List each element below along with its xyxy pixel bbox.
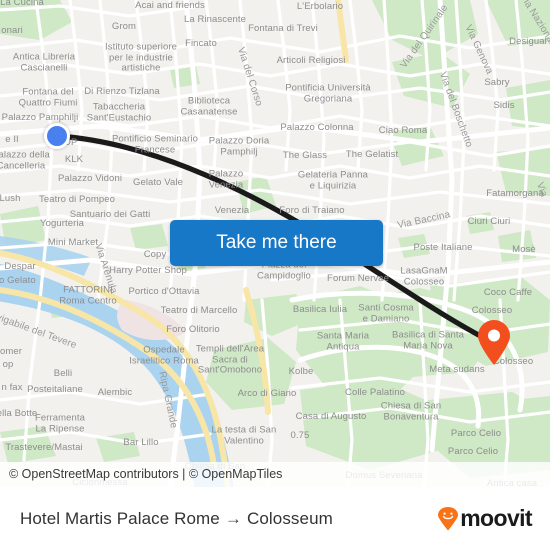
- map-place-label: Despar: [4, 260, 36, 272]
- map-place-label: n fax: [1, 381, 23, 393]
- map-place-label: Istituto superiore per le industrie arti…: [104, 41, 178, 74]
- map-place-label: Biblioteca Casanatense: [180, 95, 238, 117]
- map-place-label: Santa Maria Antiqua: [316, 330, 370, 352]
- map-canvas[interactable]: 0.75 Acai and friends L'Erbolario La Rinas…: [0, 0, 550, 487]
- map-place-label: Parco Celio: [447, 445, 499, 457]
- map-place-label: Pontificio Seminario Francese: [112, 133, 198, 155]
- map-place-label: Alembic: [97, 386, 133, 398]
- map-place-label: Trastevere/Mastai: [5, 441, 83, 453]
- map-place-label: Ospedale Israelitico Roma: [129, 344, 199, 366]
- map-place-label: Tabaccheria Sant'Eustachio: [86, 101, 152, 123]
- map-place-label: Palazzo Colonna: [280, 121, 354, 133]
- map-place-label: Colle Palatino: [344, 386, 406, 398]
- route-arrow-icon: →: [224, 508, 242, 528]
- map-place-label: Gelato Vale: [132, 176, 184, 188]
- map-place-label: Casa di Augusto: [295, 410, 367, 422]
- map-place-label: Basilica Iulia: [292, 303, 348, 315]
- map-place-label: Posteitaliane: [27, 383, 83, 395]
- map-place-label: Fontana del Quattro Fiumi: [18, 86, 78, 108]
- map-place-label: Meta sudans: [429, 363, 485, 375]
- map-place-label: Ciuri Ciuri: [467, 215, 511, 227]
- map-attribution[interactable]: © OpenStreetMap contributors | © OpenMap…: [0, 462, 550, 487]
- map-place-label: Coco Caffe: [483, 286, 533, 298]
- map-place-label: Antica Libreria Cascianelli: [12, 51, 76, 73]
- route-destination-label: Colosseum: [246, 508, 333, 528]
- map-place-label: Palazzo Doria Pamphilj: [208, 135, 270, 157]
- map-place-label: op: [2, 358, 14, 370]
- map-place-label: Acai and friends: [135, 0, 205, 11]
- map-place-label: Ciao Roma: [378, 124, 428, 136]
- route-title: Hotel Martis Palace Rome → Colosseum: [20, 509, 333, 529]
- map-place-label: Belli: [53, 367, 73, 379]
- map-place-label: Kolbe: [288, 365, 314, 377]
- map-place-label: Foro di Traiano: [279, 204, 345, 216]
- moovit-logo[interactable]: moovit: [437, 505, 533, 532]
- map-place-label: Chiesa di San Bonaventura: [380, 400, 442, 422]
- map-place-label: The Glass: [282, 149, 328, 161]
- map-place-label: Palazzo Vidoni: [57, 172, 123, 184]
- map-place-label: Grom: [111, 20, 137, 32]
- map-place-label: Venezia: [214, 204, 250, 216]
- map-place-label: Mosè: [512, 243, 536, 255]
- map-place-label: Forum Nervae: [327, 272, 389, 284]
- map-place-label: La testa di San Valentino: [211, 424, 277, 446]
- map-place-label: Fincato: [185, 37, 217, 49]
- map-place-label: to Gelato: [0, 274, 36, 286]
- map-place-label: Portico d'Ottavia: [128, 285, 200, 297]
- map-place-label: La Cucina: [0, 0, 44, 8]
- map-place-label: Bar Lillo: [123, 436, 159, 448]
- map-place-label: Copy: [143, 248, 167, 260]
- map-place-label: Palazzo Pamphilji: [1, 111, 79, 123]
- map-place-label: Basilica di Santa Maria Nova: [392, 329, 464, 351]
- map-place-label: omer: [0, 345, 23, 357]
- take-me-there-button[interactable]: Take me there: [170, 220, 383, 266]
- map-place-label: Pontificia Università Gregoriana: [285, 82, 371, 104]
- map-place-label: Teatro di Pompeo: [38, 193, 116, 205]
- map-place-label: Fontana di Trevi: [248, 22, 318, 34]
- map-place-label: Parco Celio: [450, 427, 502, 439]
- map-place-label: LasaGnaM Colosseo: [400, 265, 448, 287]
- moovit-route-map-screen: 0.75 Acai and friends L'Erbolario La Rinas…: [0, 0, 550, 550]
- map-place-label: Sidis: [493, 99, 515, 111]
- map-pin-icon: [478, 320, 510, 365]
- route-origin-label: Hotel Martis Palace Rome: [20, 508, 220, 528]
- map-place-label: La Rinascente: [183, 13, 247, 25]
- map-place-label: Mini Market: [47, 236, 99, 248]
- map-place-label: Palazzo della Cancelleria: [0, 149, 50, 171]
- map-place-label: KLK: [64, 153, 84, 165]
- map-place-label: Lush: [0, 192, 21, 204]
- map-scale-label: 0.75: [290, 429, 310, 441]
- map-place-label: Teatro di Marcello: [160, 304, 238, 316]
- bottom-bar: Hotel Martis Palace Rome → Colosseum moovi…: [0, 487, 550, 550]
- map-place-label: Santi Cosma e Damiano: [358, 302, 414, 324]
- map-place-label: Articoli Religiosi: [276, 54, 346, 66]
- map-place-label: Colosseo: [471, 304, 513, 316]
- destination-marker[interactable]: [477, 320, 511, 366]
- map-place-label: e II: [5, 133, 19, 145]
- map-place-label: Templi dell'Area Sacra di Sant'Omobono: [195, 343, 265, 376]
- origin-marker[interactable]: [44, 123, 70, 149]
- map-place-label: Ferramenta La Ripense: [34, 412, 86, 434]
- map-place-label: onari: [1, 24, 23, 36]
- map-place-label: The Gelatist: [345, 148, 399, 160]
- map-place-label: Poste Italiane: [413, 241, 473, 253]
- moovit-pin-smile-icon: [438, 506, 459, 530]
- map-place-label: Di Rienzo Tizlana: [84, 85, 160, 97]
- map-place-label: L'Erbolario: [296, 0, 344, 12]
- map-place-label: Palazzo Venezia: [208, 168, 244, 190]
- map-place-label: Arco di Giano: [237, 387, 297, 399]
- moovit-wordmark: moovit: [460, 505, 532, 531]
- map-place-label: Foro Olitorio: [166, 323, 220, 335]
- map-place-label: Gelateria Panna e Liquirizia: [297, 169, 369, 191]
- map-place-label: Sabry: [484, 76, 510, 88]
- map-place-label: Yogurteria: [40, 217, 84, 229]
- map-place-label: Harry Potter Shop: [109, 264, 187, 276]
- map-place-label: ella Botte: [0, 407, 38, 419]
